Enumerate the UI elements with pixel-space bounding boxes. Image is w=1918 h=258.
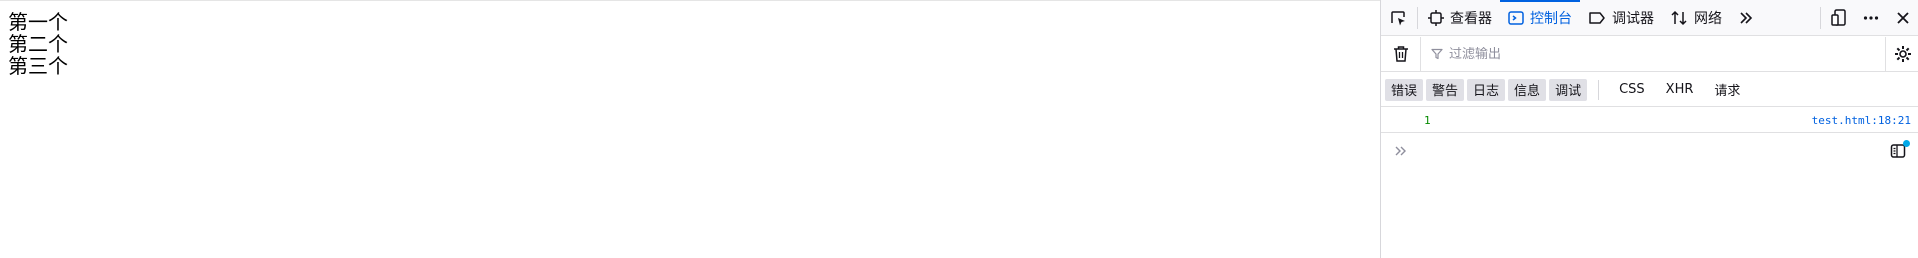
network-icon — [1671, 10, 1687, 25]
console-input-row[interactable] — [1381, 134, 1918, 168]
toolbar-divider — [1820, 6, 1821, 29]
console-prompt-icon — [1391, 141, 1411, 161]
web-page-content: 第一个 第二个 第三个 — [0, 0, 1380, 258]
tab-network[interactable]: 网络 — [1662, 0, 1730, 36]
filter-errors-button[interactable]: 错误 — [1385, 78, 1424, 101]
filter-info-button[interactable]: 信息 — [1508, 78, 1547, 101]
tab-inspector-label: 查看器 — [1450, 10, 1492, 27]
filter-output-input[interactable] — [1449, 46, 1749, 62]
filter-warnings-button[interactable]: 警告 — [1426, 78, 1465, 101]
console-message-value: 1 — [1424, 113, 1431, 127]
element-picker-icon — [1391, 10, 1405, 25]
responsive-mode-icon — [1831, 8, 1846, 26]
page-text-line: 第三个 — [8, 54, 68, 78]
devtools-panel: 查看器 控制台 调试器 网络 过滤输出 错误 警告 日志 信息 调试 CSS X… — [1380, 0, 1918, 258]
filter-css-button[interactable]: CSS — [1610, 79, 1654, 101]
editor-mode-toggle-button[interactable] — [1887, 140, 1910, 162]
tab-inspector[interactable]: 查看器 — [1420, 0, 1500, 36]
notification-dot — [1903, 140, 1910, 147]
console-settings-button[interactable] — [1885, 36, 1918, 72]
trash-icon — [1393, 46, 1408, 62]
console-filter-bar — [1381, 36, 1918, 72]
filter-debug-button[interactable]: 调试 — [1549, 78, 1588, 101]
filter-icon — [1431, 48, 1443, 60]
level-divider — [1598, 79, 1600, 100]
tab-console[interactable]: 控制台 — [1500, 0, 1580, 36]
double-chevron-right-icon — [1740, 11, 1753, 24]
devtools-toolbar: 查看器 控制台 调试器 网络 — [1381, 0, 1918, 36]
console-message: 1 test.html:18:21 — [1381, 108, 1918, 133]
clear-console-button[interactable] — [1381, 36, 1421, 72]
filter-logs-button[interactable]: 日志 — [1467, 78, 1506, 101]
filter-output-field[interactable] — [1421, 37, 1885, 72]
debugger-icon — [1589, 11, 1605, 24]
more-options-icon — [1863, 15, 1879, 20]
source-line: :18:21 — [1871, 113, 1911, 127]
more-tools-button[interactable] — [1730, 0, 1762, 36]
responsive-design-button[interactable] — [1823, 0, 1855, 36]
message-source-link[interactable]: test.html:18:21 — [1812, 114, 1911, 127]
log-level-filter-bar: 错误 警告 日志 信息 调试 CSS XHR 请求 — [1381, 73, 1918, 107]
close-icon — [1897, 11, 1909, 24]
toolbar-divider — [1417, 6, 1418, 29]
tab-network-label: 网络 — [1694, 10, 1722, 27]
tab-debugger[interactable]: 调试器 — [1580, 0, 1662, 36]
toolbar-right-group — [1818, 0, 1918, 36]
tab-debugger-label: 调试器 — [1612, 10, 1654, 27]
filter-requests-button[interactable]: 请求 — [1705, 79, 1749, 101]
gear-icon — [1894, 46, 1911, 62]
source-file: test.html — [1811, 113, 1872, 127]
close-devtools-button[interactable] — [1887, 0, 1918, 36]
inspector-icon — [1428, 9, 1444, 26]
tab-console-label: 控制台 — [1530, 10, 1572, 27]
devtools-menu-button[interactable] — [1855, 0, 1887, 36]
filter-xhr-button[interactable]: XHR — [1657, 79, 1703, 101]
element-picker-button[interactable] — [1381, 0, 1415, 36]
console-icon — [1508, 10, 1524, 25]
